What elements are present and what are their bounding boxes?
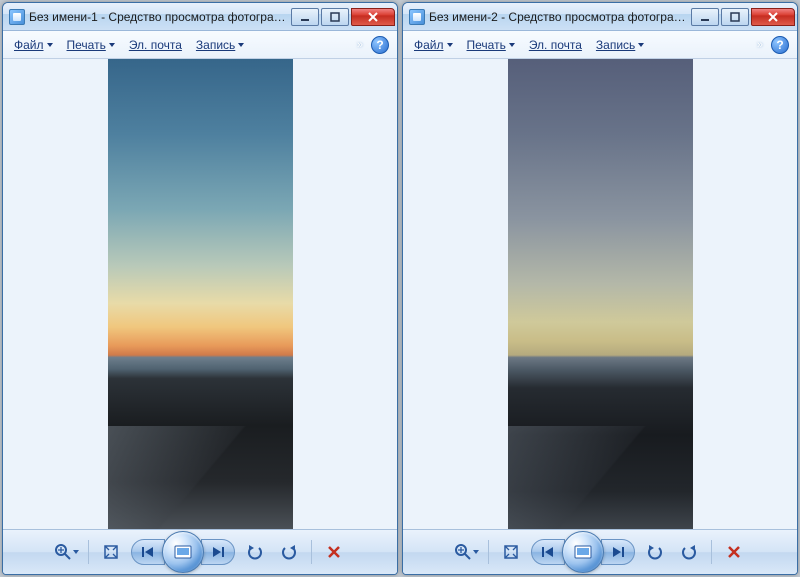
window-controls — [689, 8, 795, 26]
displayed-image — [108, 59, 293, 529]
maximize-icon — [730, 12, 740, 22]
prev-icon — [541, 546, 555, 558]
titlebar[interactable]: Без имени-1 - Средство просмотра фотогра… — [3, 3, 397, 31]
image-viewport — [3, 59, 397, 529]
rotate-cw-icon — [680, 543, 698, 561]
window-controls — [289, 8, 395, 26]
fit-icon — [102, 543, 120, 561]
menu-print[interactable]: Печать — [460, 35, 522, 55]
next-button[interactable] — [601, 539, 635, 565]
titlebar[interactable]: Без имени-2 - Средство просмотра фотогра… — [403, 3, 797, 31]
maximize-icon — [330, 12, 340, 22]
overflow-chevron-icon[interactable]: » — [353, 39, 367, 51]
rotate-ccw-icon — [646, 543, 664, 561]
rotate-cw-button[interactable] — [675, 539, 703, 565]
app-icon — [9, 9, 25, 25]
menu-print[interactable]: Печать — [60, 35, 122, 55]
minimize-button[interactable] — [691, 8, 719, 26]
previous-button[interactable] — [131, 539, 165, 565]
bottom-toolbar — [403, 529, 797, 574]
menubar: Файл Печать Эл. почта Запись » ? — [403, 31, 797, 59]
prev-icon — [141, 546, 155, 558]
chevron-down-icon — [47, 43, 53, 47]
minimize-button[interactable] — [291, 8, 319, 26]
navigation-group — [531, 531, 635, 573]
fit-icon — [502, 543, 520, 561]
rotate-ccw-button[interactable] — [241, 539, 269, 565]
zoom-button[interactable] — [52, 539, 80, 565]
chevron-down-icon — [238, 43, 244, 47]
separator — [311, 540, 312, 564]
rotate-ccw-button[interactable] — [641, 539, 669, 565]
minimize-icon — [700, 12, 710, 22]
image-viewport — [403, 59, 797, 529]
photo-viewer-window-2: Без имени-2 - Средство просмотра фотогра… — [402, 2, 798, 575]
bottom-toolbar — [3, 529, 397, 574]
help-button[interactable]: ? — [771, 36, 789, 54]
delete-button[interactable] — [320, 539, 348, 565]
delete-icon — [726, 544, 742, 560]
help-button[interactable]: ? — [371, 36, 389, 54]
maximize-button[interactable] — [721, 8, 749, 26]
menu-burn[interactable]: Запись — [189, 35, 251, 55]
chevron-down-icon — [447, 43, 453, 47]
rotate-ccw-icon — [246, 543, 264, 561]
rotate-cw-button[interactable] — [275, 539, 303, 565]
chevron-down-icon — [509, 43, 515, 47]
chevron-down-icon — [73, 550, 79, 554]
maximize-button[interactable] — [321, 8, 349, 26]
previous-button[interactable] — [531, 539, 565, 565]
fit-to-window-button[interactable] — [497, 539, 525, 565]
menubar: Файл Печать Эл. почта Запись » ? — [3, 31, 397, 59]
photo-viewer-window-1: Без имени-1 - Средство просмотра фотогра… — [2, 2, 398, 575]
menu-file[interactable]: Файл — [7, 35, 60, 55]
separator — [488, 540, 489, 564]
next-icon — [211, 546, 225, 558]
next-icon — [611, 546, 625, 558]
chevron-down-icon — [638, 43, 644, 47]
slideshow-icon — [173, 544, 193, 560]
navigation-group — [131, 531, 235, 573]
menu-burn[interactable]: Запись — [589, 35, 651, 55]
chevron-down-icon — [473, 550, 479, 554]
fit-to-window-button[interactable] — [97, 539, 125, 565]
zoom-in-icon — [454, 543, 472, 561]
menu-email[interactable]: Эл. почта — [122, 35, 189, 55]
menu-email[interactable]: Эл. почта — [522, 35, 589, 55]
displayed-image — [508, 59, 693, 529]
close-button[interactable] — [751, 8, 795, 26]
minimize-icon — [300, 12, 310, 22]
zoom-in-icon — [54, 543, 72, 561]
rotate-cw-icon — [280, 543, 298, 561]
delete-button[interactable] — [720, 539, 748, 565]
window-title: Без имени-2 - Средство просмотра фотогра… — [429, 10, 689, 24]
separator — [711, 540, 712, 564]
delete-icon — [326, 544, 342, 560]
slideshow-button[interactable] — [562, 531, 604, 573]
slideshow-button[interactable] — [162, 531, 204, 573]
separator — [88, 540, 89, 564]
slideshow-icon — [573, 544, 593, 560]
close-icon — [367, 12, 379, 22]
overflow-chevron-icon[interactable]: » — [753, 39, 767, 51]
window-title: Без имени-1 - Средство просмотра фотогра… — [29, 10, 289, 24]
next-button[interactable] — [201, 539, 235, 565]
menu-file[interactable]: Файл — [407, 35, 460, 55]
app-icon — [409, 9, 425, 25]
chevron-down-icon — [109, 43, 115, 47]
zoom-button[interactable] — [452, 539, 480, 565]
close-button[interactable] — [351, 8, 395, 26]
close-icon — [767, 12, 779, 22]
